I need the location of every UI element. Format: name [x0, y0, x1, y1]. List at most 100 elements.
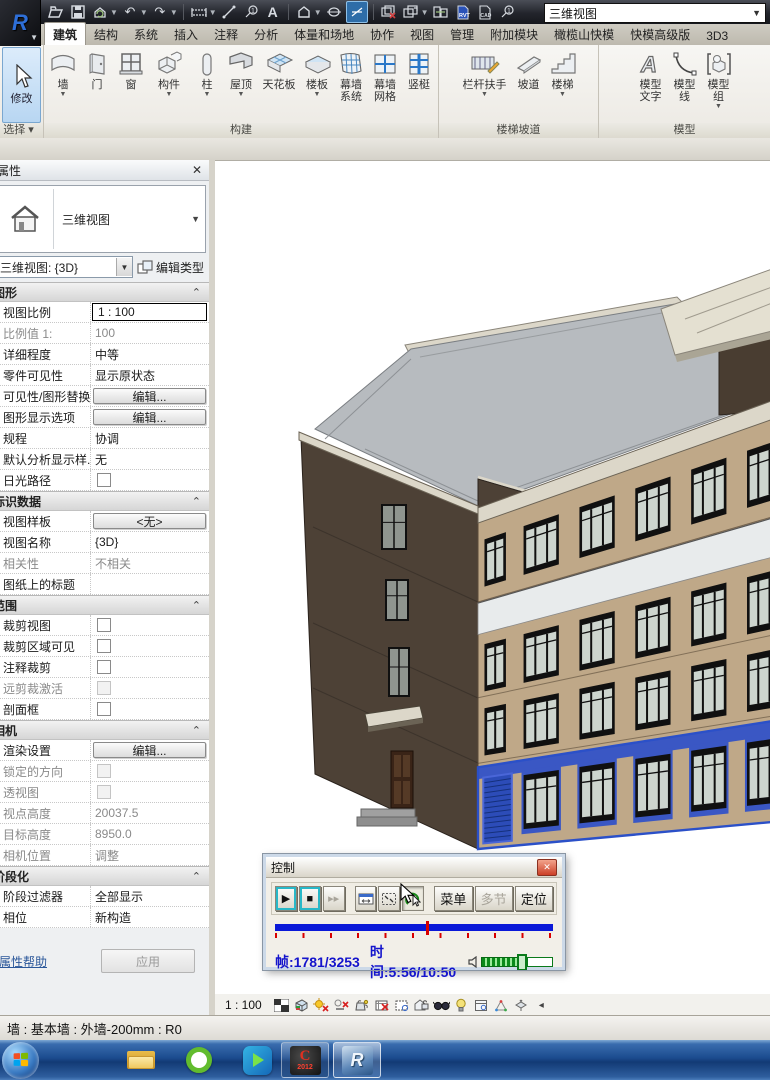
volume-bar[interactable] — [481, 957, 521, 967]
tab-architecture[interactable]: 建筑 — [44, 22, 86, 45]
chevron-down-icon[interactable]: ▼ — [421, 8, 429, 17]
ramp-button[interactable]: 坡道 — [513, 47, 545, 91]
property-row[interactable]: 默认分析显示样...无 — [0, 449, 209, 470]
property-row[interactable]: 图形显示选项编辑... — [0, 407, 209, 428]
tab-3d3[interactable]: 3D3 — [698, 26, 736, 45]
checkbox[interactable] — [97, 618, 111, 632]
view-scale-input[interactable]: 1 : 100 — [92, 303, 207, 321]
component-button[interactable]: 构件▼ — [149, 47, 189, 98]
properties-help-link[interactable]: 属性帮助 — [0, 953, 47, 970]
volume-control[interactable] — [468, 954, 553, 971]
tag-by-category-button[interactable]: 1 — [241, 2, 261, 22]
property-row[interactable]: 详细程度中等 — [0, 344, 209, 365]
curtain-grid-button[interactable]: 幕墙 网格 — [369, 47, 401, 103]
property-row[interactable]: 图纸上的标题 — [0, 574, 209, 595]
wall-button[interactable]: 墙▼ — [47, 47, 79, 98]
select-dropdown[interactable]: 选择 ▾ — [0, 123, 43, 138]
stair-button[interactable]: 楼梯▼ — [547, 47, 579, 98]
tab-glsmodel-pro[interactable]: 快模高级版 — [622, 23, 698, 45]
apply-button[interactable]: 应用 — [101, 949, 195, 973]
tab-view[interactable]: 视图 — [402, 23, 442, 45]
property-row[interactable]: 视图样板<无> — [0, 511, 209, 532]
undo-button[interactable]: ↶ — [120, 2, 140, 22]
roof-button[interactable]: 屋顶▼ — [225, 47, 257, 98]
section-button[interactable] — [324, 2, 344, 22]
fit-window-toggle[interactable] — [355, 886, 377, 911]
save-rvt-plugin-button[interactable]: RVT — [453, 2, 473, 22]
railing-button[interactable]: 栏杆扶手▼ — [459, 47, 511, 98]
property-row[interactable]: 规程协调 — [0, 428, 209, 449]
chevron-down-icon[interactable]: ▼ — [110, 8, 118, 17]
sun-path-icon[interactable] — [313, 997, 330, 1014]
section-extents[interactable]: 范围⌃ — [0, 595, 209, 615]
text-button[interactable]: A — [263, 2, 283, 22]
render-icon[interactable] — [353, 997, 370, 1014]
tab-collaborate[interactable]: 协作 — [362, 23, 402, 45]
media-player-button[interactable] — [241, 1044, 273, 1076]
chevron-down-icon[interactable]: ▼ — [140, 8, 148, 17]
edit-button[interactable]: 编辑... — [93, 388, 206, 404]
chevron-down-icon[interactable]: ▼ — [209, 8, 217, 17]
curtain-system-button[interactable]: 幕墙 系统 — [335, 47, 367, 103]
property-row[interactable]: 渲染设置编辑... — [0, 740, 209, 761]
close-hidden-windows-button[interactable] — [379, 2, 399, 22]
checkbox[interactable] — [97, 639, 111, 653]
volume-bar-empty[interactable] — [527, 957, 553, 967]
progress-bar[interactable] — [275, 924, 553, 931]
view-selector-combobox[interactable]: 三维视图: {3D} ▼ — [0, 256, 133, 278]
tab-glsmodel[interactable]: 橄榄山快模 — [546, 23, 622, 45]
edit-button[interactable]: 编辑... — [93, 742, 206, 758]
property-row[interactable]: 视图名称{3D} — [0, 532, 209, 553]
checkbox[interactable] — [97, 660, 111, 674]
start-button[interactable] — [2, 1042, 39, 1079]
section-identity-data[interactable]: 标识数据⌃ — [0, 491, 209, 511]
tab-analyze[interactable]: 分析 — [246, 23, 286, 45]
file-explorer-button[interactable] — [125, 1044, 157, 1076]
edit-button[interactable]: 编辑... — [93, 409, 206, 425]
floor-button[interactable]: 楼板▼ — [301, 47, 333, 98]
door-button[interactable]: 门 — [81, 47, 113, 91]
view-title-combobox[interactable]: 三维视图 ▼ — [544, 3, 766, 23]
model-line-button[interactable]: 模型 线 — [669, 47, 701, 103]
property-row[interactable]: 相位新构造 — [0, 907, 209, 928]
visual-style-icon[interactable] — [293, 997, 310, 1014]
property-row[interactable]: 可见性/图形替换编辑... — [0, 386, 209, 407]
tab-systems[interactable]: 系统 — [126, 23, 166, 45]
chevron-down-icon[interactable]: ▼ — [314, 8, 322, 17]
default-3d-view-button[interactable] — [294, 2, 314, 22]
crop-view-icon[interactable] — [373, 997, 390, 1014]
property-row[interactable]: 剖面框 — [0, 699, 209, 720]
property-row[interactable]: 视图比例1 : 100 — [0, 302, 209, 323]
property-row[interactable]: 裁剪视图 — [0, 615, 209, 636]
redo-button[interactable]: ↷ — [150, 2, 170, 22]
temporary-hide-isolate-icon[interactable] — [433, 997, 450, 1014]
tab-manage[interactable]: 管理 — [442, 23, 482, 45]
synchronize-button[interactable] — [90, 2, 110, 22]
switch-windows-button[interactable] — [401, 2, 421, 22]
screen-recorder-button[interactable]: C2012 — [281, 1042, 329, 1078]
tab-addins[interactable]: 附加模块 — [482, 23, 546, 45]
measure-button[interactable] — [189, 2, 209, 22]
playback-control-dialog[interactable]: 控制 ✕ ▶ ■ ▸▸ 菜单 多节 定位 帧 — [263, 854, 565, 970]
property-row[interactable]: 裁剪区域可见 — [0, 636, 209, 657]
collapse-arrow-icon[interactable]: ◂ — [533, 997, 550, 1014]
property-row[interactable]: 阶段过滤器全部显示 — [0, 886, 209, 907]
application-menu-button[interactable]: R ▼ — [0, 0, 41, 46]
section-camera[interactable]: 相机⌃ — [0, 720, 209, 740]
checkbox[interactable] — [97, 473, 111, 487]
save-button[interactable] — [68, 2, 88, 22]
volume-knob[interactable] — [517, 954, 527, 971]
reveal-hidden-elements-icon[interactable] — [453, 997, 470, 1014]
drawing-area[interactable]: 控制 ✕ ▶ ■ ▸▸ 菜单 多节 定位 帧 — [215, 160, 770, 1016]
dialog-title-bar[interactable]: 控制 ✕ — [266, 857, 562, 878]
tab-annotate[interactable]: 注释 — [206, 23, 246, 45]
mullion-button[interactable]: 竖梃 — [403, 47, 435, 91]
open-button[interactable] — [46, 2, 66, 22]
tag-plugin-button[interactable]: 1 — [497, 2, 517, 22]
play-button[interactable]: ▶ — [275, 886, 297, 911]
modify-button[interactable]: 修改 — [2, 47, 41, 123]
browser-360-button[interactable] — [183, 1044, 215, 1076]
close-button[interactable]: ✕ — [537, 859, 557, 876]
tab-massing-site[interactable]: 体量和场地 — [286, 23, 362, 45]
full-screen-toggle[interactable] — [378, 886, 400, 911]
